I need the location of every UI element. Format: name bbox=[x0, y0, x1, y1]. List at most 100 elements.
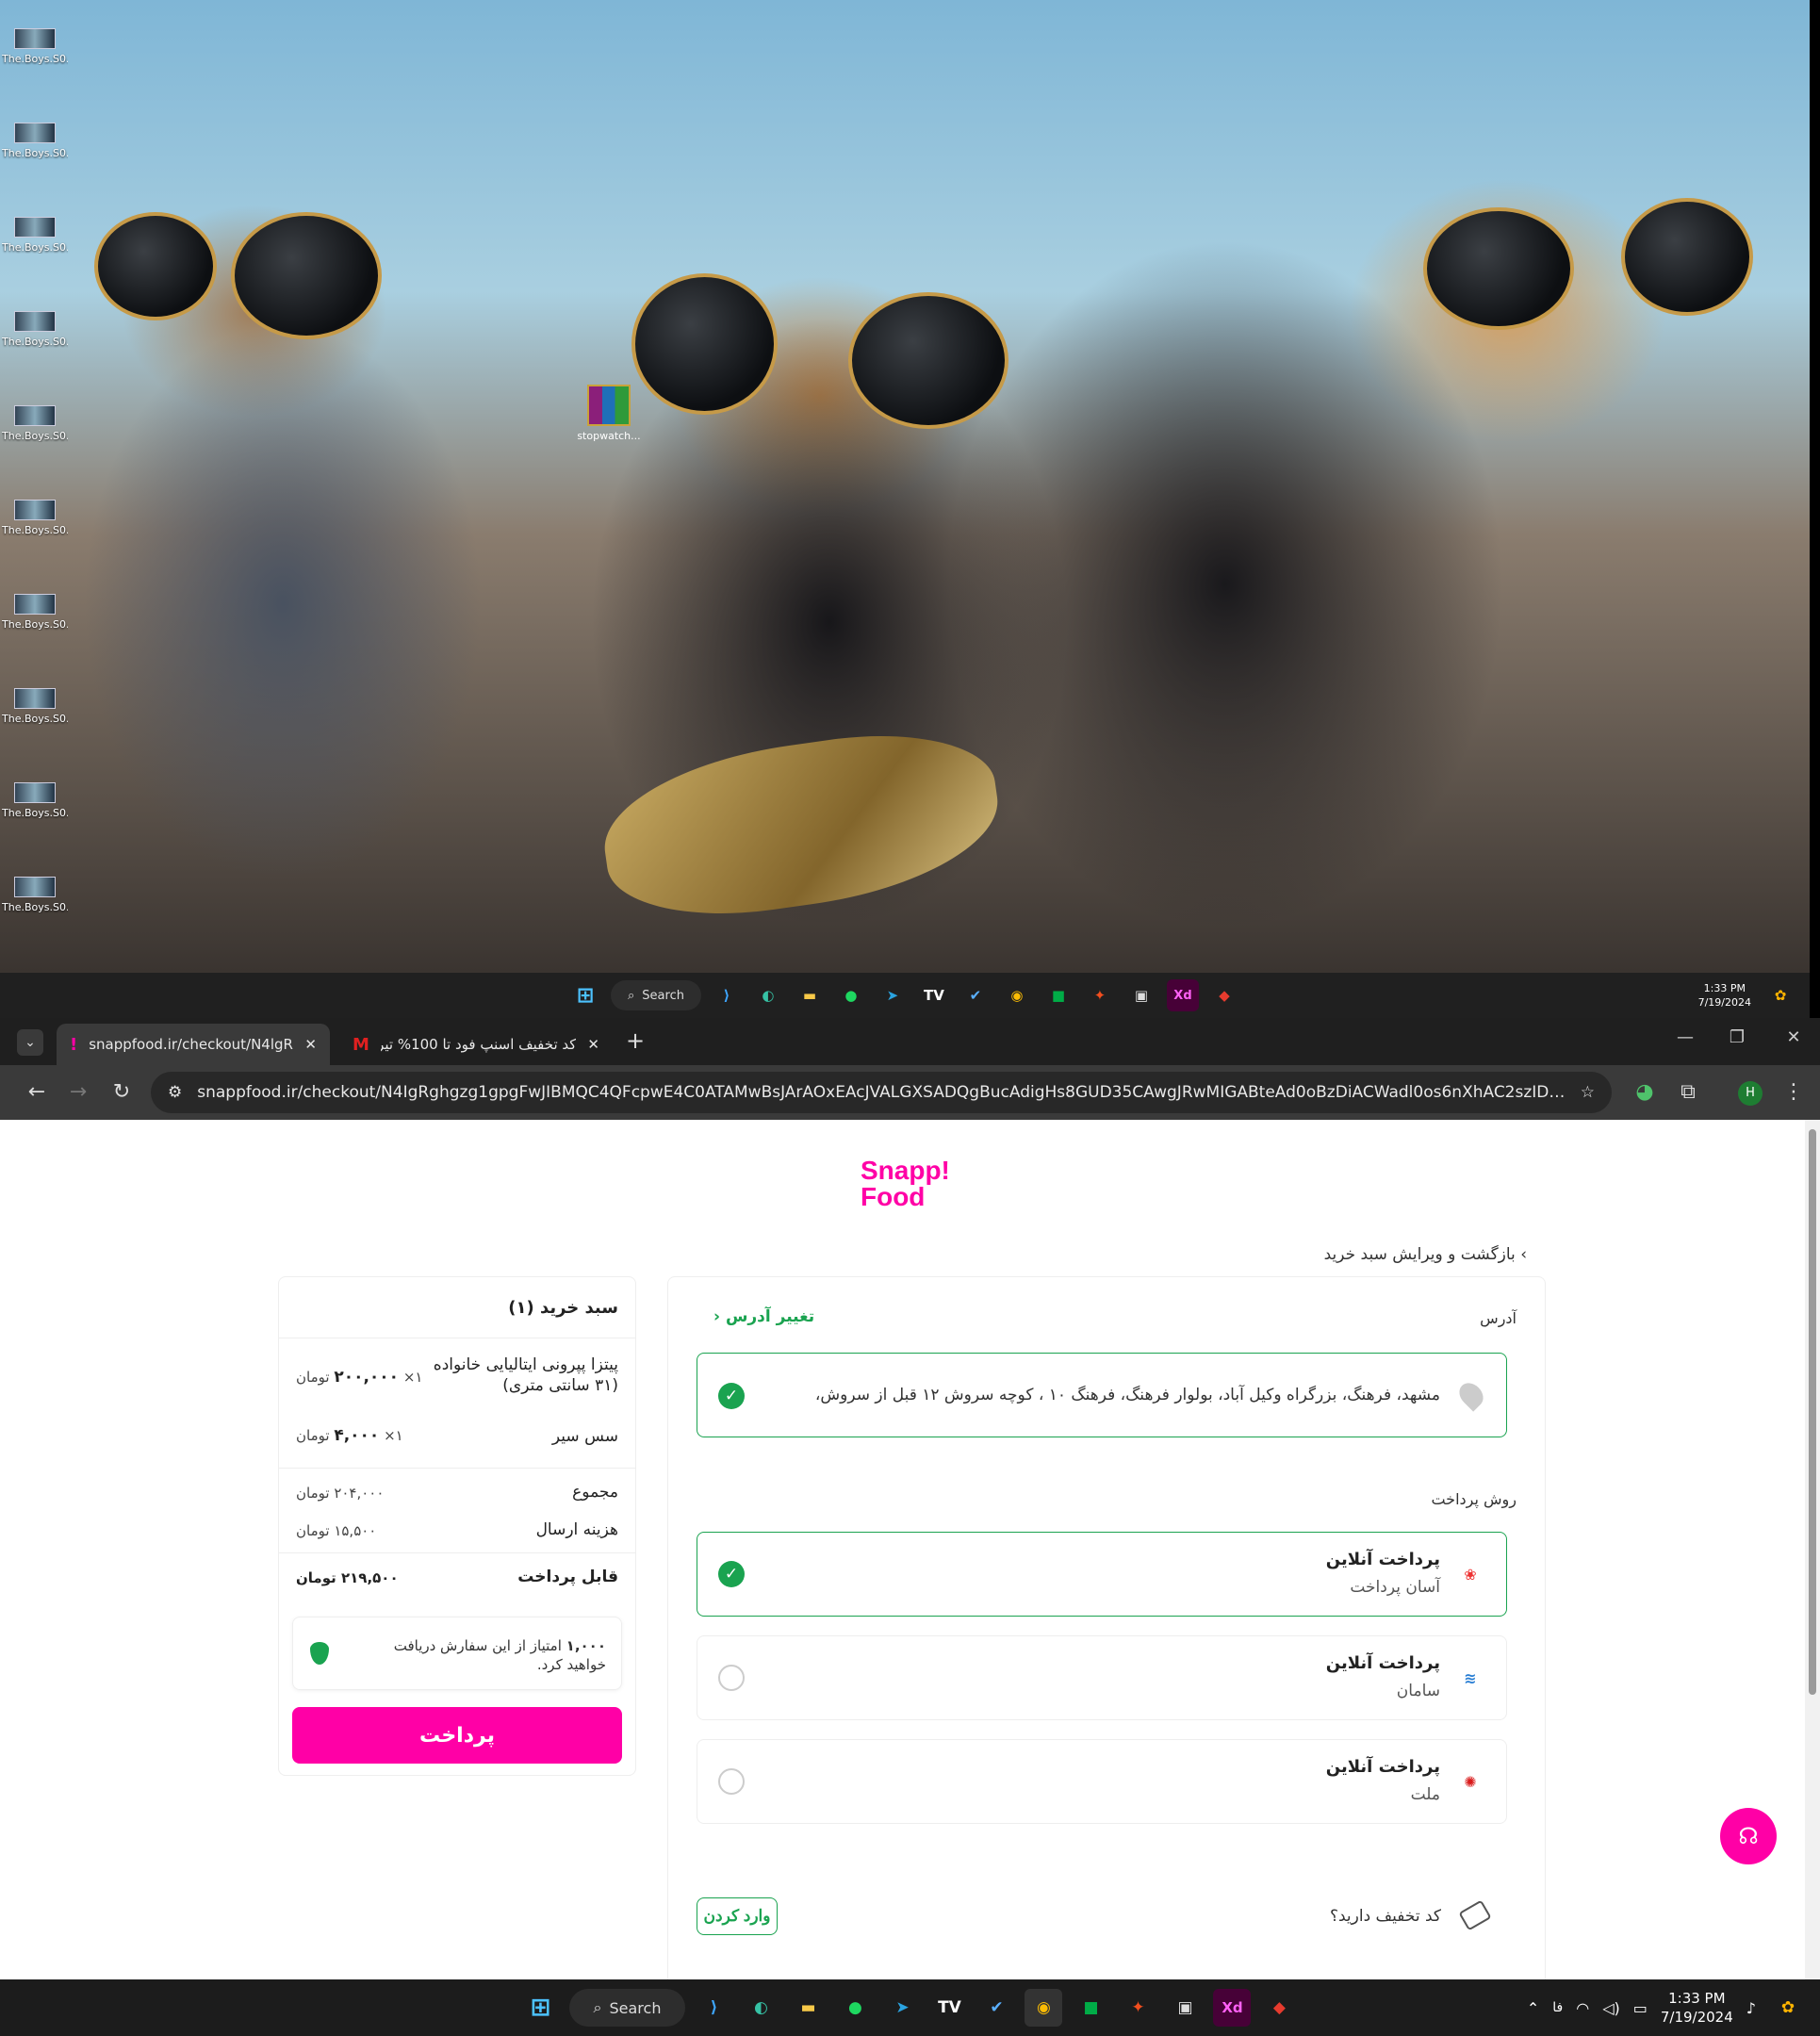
telegram-icon[interactable]: ➤ bbox=[877, 979, 909, 1011]
new-tab-button[interactable]: + bbox=[626, 1027, 645, 1054]
start-icon[interactable]: ⊞ bbox=[522, 1989, 560, 2027]
adobe-xd-icon[interactable]: Xd bbox=[1213, 1989, 1252, 2027]
saman-logo-icon: ≋ bbox=[1464, 1668, 1477, 1687]
snappfood-logo[interactable]: Snapp! Food bbox=[861, 1158, 964, 1210]
close-tab-icon[interactable]: ✕ bbox=[304, 1036, 317, 1053]
spotify-icon[interactable]: ● bbox=[835, 979, 867, 1011]
meet-icon[interactable]: ■ bbox=[1042, 979, 1074, 1011]
tradingview-icon[interactable]: TV bbox=[918, 979, 950, 1011]
tab-snappfood-checkout[interactable]: ! snappfood.ir/checkout/N4lgRg ✕ bbox=[57, 1024, 330, 1065]
check-circle-icon: ✓ bbox=[718, 1561, 745, 1587]
desktop-video-icon[interactable]: The.Boys.S0... bbox=[2, 782, 68, 819]
reload-button[interactable]: ↻ bbox=[107, 1078, 136, 1107]
app-icon[interactable]: ◆ bbox=[1208, 979, 1240, 1011]
bookmark-star-icon[interactable]: ☆ bbox=[1581, 1083, 1595, 1102]
location-pin-icon bbox=[1454, 1378, 1488, 1412]
extension-icon[interactable]: ◕ bbox=[1631, 1078, 1659, 1107]
loyalty-points-box: ۱,۰۰۰ امتیاز از این سفارش دریافت خواهید … bbox=[292, 1617, 622, 1690]
notification-bell-icon[interactable]: ♪ bbox=[1746, 1999, 1756, 2017]
spotify-icon[interactable]: ● bbox=[836, 1989, 874, 2027]
restore-button[interactable]: ❐ bbox=[1723, 1027, 1751, 1047]
start-icon[interactable]: ⊞ bbox=[569, 979, 601, 1011]
search-icon: ⌕ bbox=[628, 988, 635, 1003]
copilot-icon[interactable]: ✿ bbox=[1764, 979, 1796, 1011]
m-favicon-icon: M bbox=[353, 1034, 369, 1055]
chrome-icon[interactable]: ◉ bbox=[1001, 979, 1033, 1011]
edge-icon[interactable]: ◐ bbox=[742, 1989, 779, 2027]
file-explorer-icon[interactable]: ▬ bbox=[794, 979, 826, 1011]
scrollbar-thumb[interactable] bbox=[1809, 1129, 1816, 1695]
tab-search-button[interactable]: ⌄ bbox=[17, 1029, 43, 1056]
tradingview-icon[interactable]: TV bbox=[930, 1989, 968, 2027]
browser-window: ⌄ ! snappfood.ir/checkout/N4lgRg ✕ M کد … bbox=[0, 1018, 1820, 1979]
desktop-video-icon[interactable]: The.Boys.S0... bbox=[2, 594, 68, 631]
desktop-wallpaper: The.Boys.S0... The.Boys.S0... The.Boys.S… bbox=[0, 0, 1810, 973]
support-headset-icon[interactable]: ☊ bbox=[1720, 1808, 1777, 1864]
profile-avatar[interactable]: H bbox=[1738, 1081, 1763, 1106]
desktop-video-icon[interactable]: The.Boys.S0... bbox=[2, 123, 68, 159]
telegram-icon[interactable]: ➤ bbox=[883, 1989, 921, 2027]
radio-button[interactable] bbox=[718, 1665, 745, 1691]
taskbar-search[interactable]: ⌕ Search bbox=[568, 1989, 686, 2027]
file-explorer-icon[interactable]: ▬ bbox=[789, 1989, 827, 2027]
desktop-video-icon[interactable]: The.Boys.S0... bbox=[2, 28, 68, 65]
cart-item-price: ۱× ۲۰۰,۰۰۰ تومان bbox=[296, 1368, 423, 1387]
address-text: مشهد، فرهنگ، بزرگراه وکیل آباد، بولوار ف… bbox=[814, 1386, 1440, 1404]
volume-icon[interactable]: ◁) bbox=[1602, 1999, 1620, 2017]
payment-option-mellat[interactable]: ✺ پرداخت آنلاین ملت bbox=[697, 1739, 1507, 1824]
payment-option-asanpardakht[interactable]: ❀ پرداخت آنلاین آسان پرداخت ✓ bbox=[697, 1532, 1507, 1617]
desktop-video-icon[interactable]: The.Boys.S0... bbox=[2, 500, 68, 536]
taskbar-search[interactable]: ⌕ Search bbox=[611, 980, 701, 1010]
menu-kebab-icon[interactable]: ⋮ bbox=[1779, 1078, 1808, 1107]
desktop-video-icon[interactable]: The.Boys.S0... bbox=[2, 405, 68, 442]
tab-discount-article[interactable]: M کد تخفیف اسنپ فود تا 100% تیر ✕ bbox=[339, 1024, 613, 1065]
payment-method-label: روش پرداخت bbox=[1431, 1490, 1517, 1508]
store-icon[interactable]: ▣ bbox=[1125, 979, 1157, 1011]
vscode-icon[interactable]: ⟩ bbox=[711, 979, 743, 1011]
battery-icon[interactable]: ▭ bbox=[1633, 1999, 1648, 2017]
vpn-app-icon[interactable]: ✔ bbox=[977, 1989, 1015, 2027]
minimize-button[interactable]: — bbox=[1671, 1027, 1699, 1047]
enter-discount-button[interactable]: وارد کردن bbox=[697, 1897, 778, 1935]
desktop-video-icon[interactable]: The.Boys.S0... bbox=[2, 217, 68, 254]
figma-icon[interactable]: ✦ bbox=[1084, 979, 1116, 1011]
vscode-icon[interactable]: ⟩ bbox=[695, 1989, 732, 2027]
edge-icon[interactable]: ◐ bbox=[752, 979, 784, 1011]
address-bar[interactable]: ⚙ snappfood.ir/checkout/N4IgRghgzg1gpgFw… bbox=[151, 1072, 1612, 1113]
toolbar: ← → ↻ ⚙ snappfood.ir/checkout/N4IgRghgzg… bbox=[0, 1065, 1820, 1120]
store-icon[interactable]: ▣ bbox=[1166, 1989, 1204, 2027]
radio-button[interactable] bbox=[718, 1768, 745, 1795]
desktop-video-icon[interactable]: The.Boys.S0... bbox=[2, 688, 68, 725]
points-value: ۱,۰۰۰ bbox=[566, 1637, 606, 1654]
adobe-xd-icon[interactable]: Xd bbox=[1166, 979, 1199, 1011]
close-tab-icon[interactable]: ✕ bbox=[587, 1036, 599, 1053]
forward-button[interactable]: → bbox=[64, 1078, 92, 1107]
divider bbox=[279, 1552, 635, 1553]
site-info-icon[interactable]: ⚙ bbox=[168, 1083, 182, 1102]
pay-button[interactable]: پرداخت bbox=[292, 1707, 622, 1764]
wifi-icon[interactable]: ◠ bbox=[1576, 1999, 1589, 2017]
payment-option-saman[interactable]: ≋ پرداخت آنلاین سامان bbox=[697, 1635, 1507, 1720]
copilot-icon[interactable]: ✿ bbox=[1769, 1989, 1807, 2027]
figma-icon[interactable]: ✦ bbox=[1119, 1989, 1156, 2027]
meet-icon[interactable]: ■ bbox=[1072, 1989, 1109, 2027]
extensions-puzzle-icon[interactable]: ⧉ bbox=[1674, 1078, 1702, 1107]
taskbar-clock[interactable]: 1:33 PM 7/19/2024 bbox=[1698, 981, 1751, 1010]
vpn-app-icon[interactable]: ✔ bbox=[959, 979, 992, 1011]
desktop-video-icon[interactable]: The.Boys.S0... bbox=[2, 877, 68, 913]
page-scrollbar[interactable] bbox=[1805, 1120, 1820, 1979]
selected-address[interactable]: مشهد، فرهنگ، بزرگراه وکیل آباد، بولوار ف… bbox=[697, 1353, 1507, 1437]
back-to-cart-link[interactable]: › بازگشت و ویرایش سبد خرید bbox=[1324, 1245, 1527, 1264]
chrome-icon[interactable]: ◉ bbox=[1025, 1989, 1063, 2027]
app-icon[interactable]: ◆ bbox=[1260, 1989, 1298, 2027]
discount-question: کد تخفیف دارید؟ bbox=[1329, 1907, 1441, 1926]
input-language-indicator[interactable]: فا bbox=[1552, 2000, 1563, 2015]
desktop-video-icon[interactable]: The.Boys.S0... bbox=[2, 311, 68, 348]
desktop-archive-icon[interactable]: stopwatch... bbox=[569, 385, 648, 442]
change-address-link[interactable]: تغییر آدرس ‹ bbox=[713, 1307, 814, 1326]
taskbar-clock[interactable]: 1:33 PM 7/19/2024 bbox=[1661, 1989, 1733, 2027]
chevron-up-icon[interactable]: ⌃ bbox=[1527, 1999, 1539, 2017]
back-button[interactable]: ← bbox=[23, 1078, 51, 1107]
close-window-button[interactable]: ✕ bbox=[1779, 1027, 1808, 1047]
page-viewport: Snapp! Food › بازگشت و ویرایش سبد خرید آ… bbox=[9, 1120, 1805, 1979]
